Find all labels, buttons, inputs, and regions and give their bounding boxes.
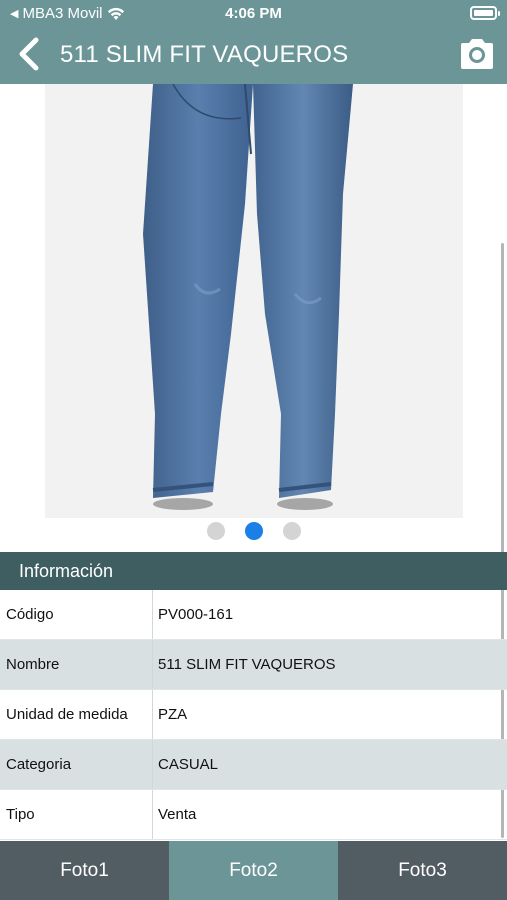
status-time: 4:06 PM [225, 5, 282, 22]
tab-foto2[interactable]: Foto2 [169, 841, 338, 900]
page-title: 511 SLIM FIT VAQUEROS [60, 41, 349, 68]
camera-icon[interactable] [457, 36, 497, 72]
battery-icon [470, 6, 500, 20]
info-row: Tipo Venta [0, 790, 507, 840]
info-row-value: 511 SLIM FIT VAQUEROS [158, 656, 336, 673]
jeans-image [143, 84, 353, 510]
info-table: Código PV000-161 Nombre 511 SLIM FIT VAQUER… [0, 590, 507, 840]
info-row-value: CASUAL [158, 756, 219, 773]
carousel-pagination [0, 522, 507, 540]
info-row-label: Nombre [0, 640, 153, 689]
photo-tab-bar: Foto1 Foto2 Foto3 [0, 841, 507, 900]
info-row: Nombre 511 SLIM FIT VAQUEROS [0, 640, 507, 690]
carousel-dot-2[interactable] [244, 522, 263, 540]
status-bar: ◀ MBA3 Movil 4:06 PM [0, 0, 507, 27]
back-chevron-icon[interactable] [14, 37, 44, 71]
info-row-label: Unidad de medida [0, 690, 153, 739]
info-row-value: PV000-161 [158, 606, 234, 623]
photo-carousel[interactable] [0, 84, 507, 552]
info-row-value: Venta [158, 806, 197, 823]
carousel-dot-1[interactable] [206, 522, 225, 540]
product-photo[interactable] [45, 84, 463, 518]
info-row-label: Tipo [0, 790, 153, 839]
info-row-value: PZA [158, 706, 188, 723]
carousel-dot-3[interactable] [282, 522, 301, 540]
tab-foto3[interactable]: Foto3 [338, 841, 507, 900]
info-row: Unidad de medida PZA [0, 690, 507, 740]
info-row-label: Categoria [0, 740, 153, 789]
tab-foto1[interactable]: Foto1 [0, 841, 169, 900]
info-row: Categoria CASUAL [0, 740, 507, 790]
info-section-header: Información [0, 552, 507, 590]
info-row: Código PV000-161 [0, 590, 507, 640]
info-row-label: Código [0, 590, 153, 639]
nav-bar: 511 SLIM FIT VAQUEROS [0, 27, 507, 84]
